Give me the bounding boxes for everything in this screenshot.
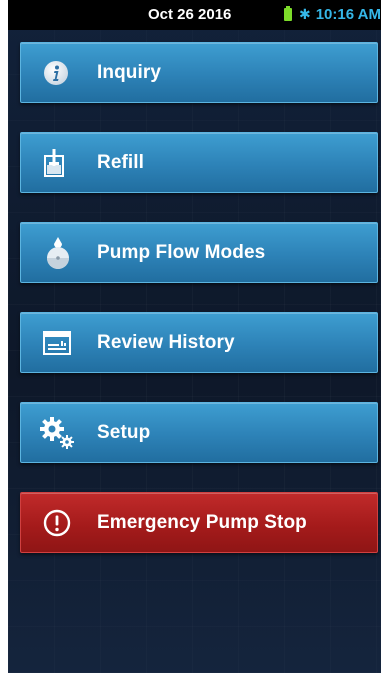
emergency-pump-stop-button[interactable]: Emergency Pump Stop: [20, 492, 378, 553]
refill-button[interactable]: Refill: [20, 132, 378, 193]
refill-icon: [43, 148, 65, 178]
pump-flow-modes-button[interactable]: Pump Flow Modes: [20, 222, 378, 283]
review-history-button[interactable]: Review History: [20, 312, 378, 373]
inquiry-button[interactable]: Inquiry: [20, 42, 378, 103]
status-date: Oct 26 2016: [148, 6, 232, 23]
refill-label: Refill: [97, 151, 145, 173]
review-history-label: Review History: [97, 331, 235, 353]
pump-flow-modes-label: Pump Flow Modes: [97, 241, 266, 263]
bluetooth-icon: ✱: [298, 6, 311, 22]
status-bar: Oct 26 2016 ✱ 10:16 AM: [8, 0, 381, 30]
gears-icon: [39, 416, 75, 450]
alert-icon: [43, 509, 71, 537]
pump-flow-icon: [43, 236, 73, 270]
status-indicators: ✱ 10:16 AM: [283, 6, 381, 23]
device-screen: Oct 26 2016 ✱ 10:16 AM Inquiry Refill Pu…: [8, 0, 381, 673]
inquiry-label: Inquiry: [97, 61, 162, 83]
emergency-pump-stop-label: Emergency Pump Stop: [97, 511, 307, 533]
history-icon: [43, 330, 71, 355]
setup-button[interactable]: Setup: [20, 402, 378, 463]
setup-label: Setup: [97, 421, 151, 443]
info-icon: [43, 60, 69, 86]
battery-charging-icon: [283, 6, 292, 21]
status-time: 10:16 AM: [315, 6, 381, 23]
